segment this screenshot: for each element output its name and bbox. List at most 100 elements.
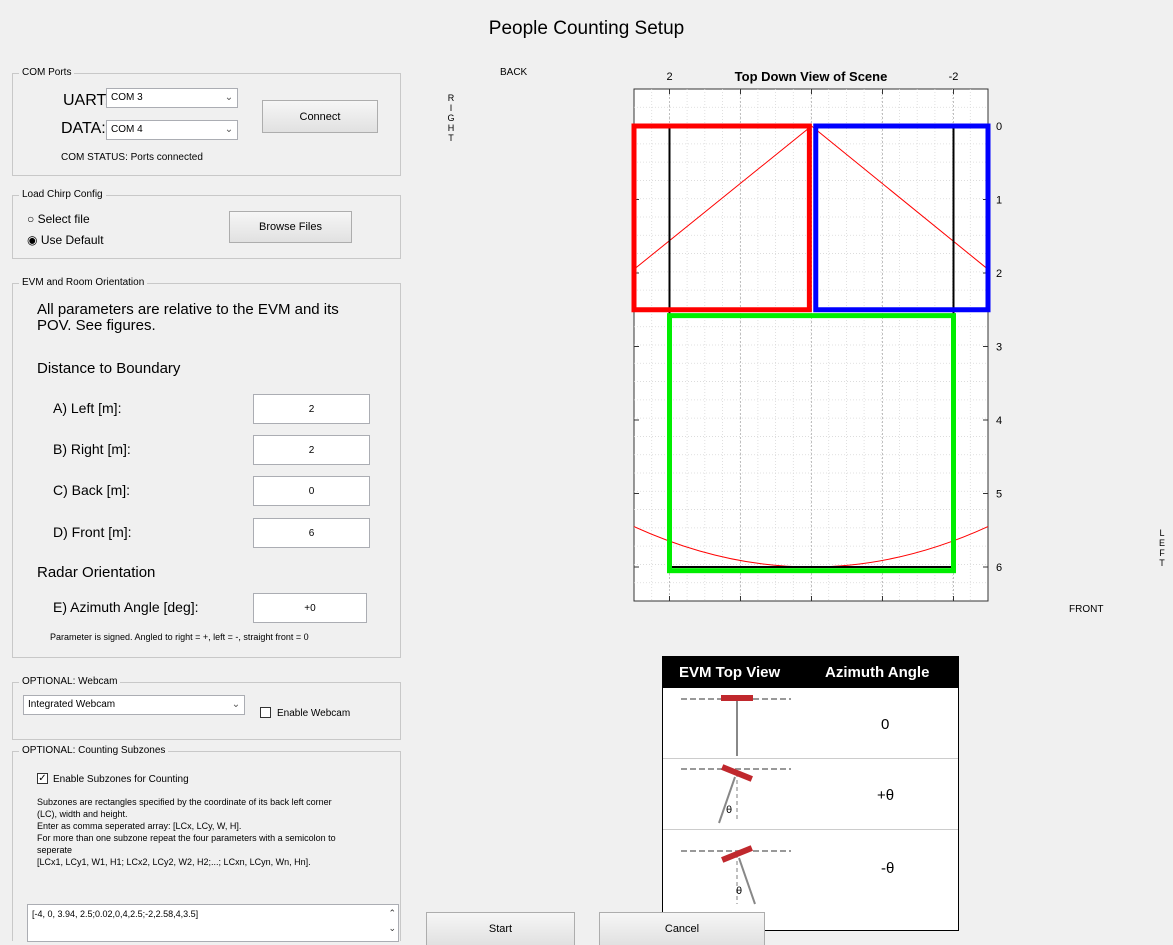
angle-value: 0 [881, 716, 890, 733]
left-letter: T [1159, 558, 1165, 568]
right-letter: H [447, 123, 455, 133]
theta-mark: θ [736, 886, 742, 897]
evm-angled-right-icon: θ [681, 764, 791, 824]
subzones-desc-line: seperate [37, 845, 73, 855]
radar-heading: Radar Orientation [37, 564, 156, 581]
fov-line [811, 125, 989, 270]
enable-subzones-checkbox[interactable]: ✓ [37, 773, 48, 784]
angle-value: -θ [881, 860, 895, 877]
enable-subzones-label: Enable Subzones for Counting [53, 774, 189, 785]
subzones-desc-line: (LC), width and height. [37, 809, 128, 819]
azimuth-note: Parameter is signed. Angled to right = +… [50, 632, 309, 642]
right-letter: T [448, 133, 454, 143]
azimuth-input[interactable]: +0 [253, 593, 367, 623]
uart-label: UART: [63, 92, 109, 109]
intro-line-2: POV. See figures. [37, 317, 156, 334]
enable-webcam-checkbox[interactable] [260, 707, 271, 718]
cancel-button[interactable]: Cancel [599, 912, 765, 945]
left-letter: F [1159, 548, 1165, 558]
plot-title: Top Down View of Scene [735, 69, 888, 84]
subzones-value: [-4, 0, 3.94, 2.5;0.02,0,4,2.5;-2,2.58,4… [32, 909, 199, 919]
back-label-plot: BACK [500, 67, 528, 78]
y-tick-label: 3 [996, 342, 1002, 354]
table-header: EVM Top View Azimuth Angle [663, 657, 958, 688]
subzones-desc-line: Subzones are rectangles specified by the… [37, 797, 332, 807]
chirp-config-legend: Load Chirp Config [19, 189, 106, 201]
connect-button[interactable]: Connect [262, 100, 378, 133]
select-file-radio[interactable]: ○ Select file [27, 212, 90, 226]
uart-value: COM 3 [111, 92, 143, 103]
evm-orientation-legend: EVM and Room Orientation [19, 277, 148, 289]
distance-heading: Distance to Boundary [37, 360, 181, 377]
subzones-desc-line: [LCx1, LCy1, W1, H1; LCx2, LCy2, W2, H2;… [37, 857, 311, 867]
right-side-label: R I G H T [446, 93, 456, 143]
y-tick-label: 2 [996, 268, 1002, 280]
plot-background [633, 88, 989, 602]
col-evm-top-view: EVM Top View [679, 664, 781, 681]
com-ports-legend: COM Ports [19, 67, 75, 79]
webcam-legend: OPTIONAL: Webcam [19, 676, 121, 688]
back-label: C) Back [m]: [53, 482, 131, 498]
left-label: A) Left [m]: [53, 400, 122, 416]
col-azimuth-angle: Azimuth Angle [825, 664, 930, 681]
theta-mark: θ [726, 805, 732, 816]
left-side-label: L E F T [1157, 528, 1167, 568]
front-label-plot: FRONT [1069, 604, 1104, 615]
webcam-device: Integrated Webcam [28, 699, 116, 710]
subzones-desc-line: For more than one subzone repeat the fou… [37, 833, 336, 843]
front-label: D) Front [m]: [53, 524, 132, 540]
subzones-description: Subzones are rectangles specified by the… [37, 796, 336, 868]
range-arc [633, 526, 989, 568]
scroll-up-icon[interactable]: ⌃ [388, 908, 396, 919]
com-ports-panel: COM Ports UART: COM 3 ⌄ DATA: COM 4 ⌄ Co… [12, 67, 401, 176]
right-input[interactable]: 2 [253, 435, 370, 465]
webcam-select[interactable]: Integrated Webcam ⌄ [23, 695, 245, 715]
data-label: DATA: [61, 120, 106, 137]
window-title: People Counting Setup [488, 18, 685, 39]
start-button[interactable]: Start [426, 912, 575, 945]
angle-value: +θ [877, 787, 895, 804]
left-letter: L [1159, 528, 1165, 538]
table-row: 0 [663, 688, 958, 759]
subzones-textarea[interactable]: [-4, 0, 3.94, 2.5;0.02,0,4,2.5;-2,2.58,4… [27, 904, 399, 942]
webcam-panel: OPTIONAL: Webcam Integrated Webcam ⌄ Ena… [12, 676, 401, 740]
chevron-down-icon: ⌄ [224, 92, 234, 103]
subzone-1 [631, 123, 812, 313]
data-value: COM 4 [111, 124, 143, 135]
azimuth-angle-table: EVM Top View Azimuth Angle 0 θ +θ θ -θ [662, 656, 959, 931]
right-letter: I [449, 103, 453, 113]
radio-empty-icon: ○ [27, 212, 35, 226]
x-tick-label: -2 [949, 71, 959, 83]
left-letter: E [1158, 538, 1165, 548]
uart-select[interactable]: COM 3 ⌄ [106, 88, 238, 108]
com-status: COM STATUS: Ports connected [61, 152, 203, 163]
chirp-config-panel: Load Chirp Config ○ Select file ◉ Use De… [12, 189, 401, 259]
x-tick-label: 2 [666, 71, 672, 83]
scroll-down-icon[interactable]: ⌄ [388, 923, 396, 934]
right-letter: R [447, 93, 455, 103]
y-tick-label: 6 [996, 562, 1002, 574]
back-input[interactable]: 0 [253, 476, 370, 506]
subzones-panel: OPTIONAL: Counting Subzones ✓ Enable Sub… [12, 745, 401, 942]
intro-line-1: All parameters are relative to the EVM a… [37, 301, 339, 318]
subzone-2 [813, 123, 991, 313]
data-select[interactable]: COM 4 ⌄ [106, 120, 238, 140]
right-letter: G [447, 113, 455, 123]
subzones-legend: OPTIONAL: Counting Subzones [19, 745, 169, 757]
chevron-down-icon: ⌄ [224, 124, 234, 135]
left-input[interactable]: 2 [253, 394, 370, 424]
subzones-desc-line: Enter as comma seperated array: [LCx, LC… [37, 821, 242, 831]
subzone-3 [667, 313, 956, 574]
y-tick-label: 4 [996, 415, 1002, 427]
y-tick-label: 5 [996, 489, 1002, 501]
evm-straight-icon [681, 695, 791, 756]
radio-selected-icon: ◉ [27, 233, 38, 247]
use-default-radio[interactable]: ◉ Use Default [27, 233, 104, 247]
front-input[interactable]: 6 [253, 518, 370, 548]
browse-files-button[interactable]: Browse Files [229, 211, 352, 243]
y-tick-label: 0 [996, 121, 1002, 133]
enable-webcam-label: Enable Webcam [277, 708, 351, 719]
select-file-label: Select file [37, 212, 90, 226]
table-row: θ +θ [663, 759, 958, 830]
azimuth-label: E) Azimuth Angle [deg]: [53, 599, 199, 615]
